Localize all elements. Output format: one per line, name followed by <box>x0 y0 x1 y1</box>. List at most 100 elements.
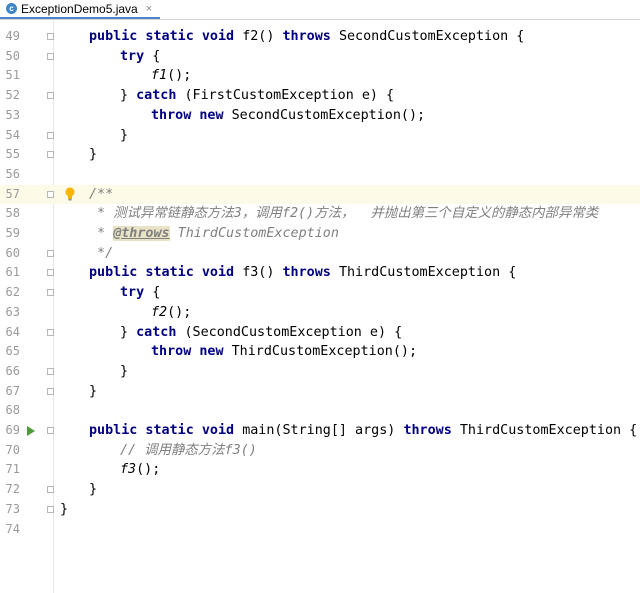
code-line[interactable]: 67} <box>0 382 640 402</box>
code-line[interactable]: 69 public static void main(String[] args)… <box>0 421 640 441</box>
comment-token: 方法， 并抛出第三个自定义的静态内部异常类 <box>314 206 599 222</box>
code-text: public static void main(String[] args) t… <box>89 421 637 441</box>
code-line[interactable]: 73} <box>0 500 640 520</box>
fold-marker-icon[interactable] <box>47 486 54 494</box>
code-token: f2() <box>242 29 283 44</box>
code-editor[interactable]: 49 public static void f2() throws SecondC… <box>0 20 640 593</box>
code-token: { <box>152 48 161 64</box>
fold-marker-icon[interactable] <box>47 249 54 257</box>
java-class-icon: c <box>6 3 17 14</box>
code-line[interactable]: 51 f1(); <box>0 66 640 86</box>
keyword-token: catch <box>136 88 185 104</box>
code-line[interactable]: 61 public static void f3() throws ThirdCu… <box>0 263 640 283</box>
code-text: } <box>120 126 128 146</box>
line-number: 63 <box>5 304 20 319</box>
code-line[interactable]: 58 * 测试异常链静态方法3，调用f2()方法， 并抛出第三个自定义的静态内部… <box>0 204 640 224</box>
code-line[interactable]: 53 throw new SecondCustomException(); <box>0 106 640 126</box>
fold-marker-icon[interactable] <box>47 427 54 434</box>
fold-marker-icon[interactable] <box>47 505 54 513</box>
comment-token: ThirdCustomException <box>169 226 339 241</box>
code-text: } <box>89 145 97 165</box>
fold-marker-icon[interactable] <box>47 289 54 297</box>
code-line[interactable]: 68 <box>0 401 640 421</box>
code-token: SecondCustomException { <box>338 29 525 44</box>
code-token: SecondCustomException(); <box>231 107 426 123</box>
line-number: 66 <box>5 363 20 378</box>
fold-marker-icon[interactable] <box>47 367 54 375</box>
comment-token: */ <box>89 245 114 261</box>
line-number: 58 <box>5 206 20 221</box>
code-token: main(String[] args) <box>242 423 404 438</box>
code-line[interactable]: 52} catch (FirstCustomException e) { <box>0 86 640 106</box>
lightbulb-icon[interactable] <box>65 187 75 201</box>
fold-marker-icon[interactable] <box>47 131 54 139</box>
code-line[interactable]: 62 try { <box>0 283 640 303</box>
line-number: 56 <box>5 166 20 181</box>
code-line[interactable]: 65 throw new ThirdCustomException(); <box>0 342 640 362</box>
comment-token: * <box>89 226 114 241</box>
code-text: /** <box>89 185 113 205</box>
code-token: (); <box>167 68 192 84</box>
code-text: } catch (FirstCustomException e) { <box>120 86 394 106</box>
code-token: (); <box>136 462 161 478</box>
code-token: } <box>120 324 137 340</box>
code-line[interactable]: 72} <box>0 480 640 500</box>
keyword-token: public static void <box>89 423 243 438</box>
code-text: f1(); <box>151 66 191 86</box>
code-text: * 测试异常链静态方法3，调用f2()方法， 并抛出第三个自定义的静态内部异常类 <box>89 204 598 224</box>
javadoc-tag-token: @throws <box>113 226 170 241</box>
code-text: } <box>89 382 97 402</box>
line-number: 62 <box>5 285 20 300</box>
code-line[interactable]: 55} <box>0 145 640 165</box>
code-line[interactable]: 59 * @throws ThirdCustomException <box>0 224 640 244</box>
code-line[interactable]: 74 <box>0 520 640 540</box>
code-line[interactable]: 56 <box>0 165 640 185</box>
line-number: 69 <box>5 423 20 437</box>
code-line[interactable]: 49 public static void f2() throws SecondC… <box>0 27 640 47</box>
line-number: 73 <box>5 501 20 516</box>
fold-marker-icon[interactable] <box>47 33 54 40</box>
line-number: 74 <box>5 521 20 536</box>
code-token: f2 <box>151 304 168 320</box>
line-number: 67 <box>5 383 20 398</box>
close-icon[interactable]: × <box>146 3 152 15</box>
code-token: } <box>89 383 98 399</box>
code-text: * @throws ThirdCustomException <box>89 224 339 244</box>
code-line[interactable]: 57 /** <box>0 184 640 205</box>
code-token: f1 <box>151 68 168 84</box>
fold-marker-icon[interactable] <box>47 328 54 336</box>
tab-title: ExceptionDemo5.java <box>21 1 138 16</box>
tab-exceptiondemo5[interactable]: c ExceptionDemo5.java × <box>0 0 161 19</box>
comment-token: f2() <box>281 206 315 222</box>
line-number: 53 <box>5 107 20 122</box>
code-line[interactable]: 60 */ <box>0 244 640 264</box>
code-line[interactable]: 63 f2(); <box>0 303 640 323</box>
line-number: 68 <box>5 403 20 418</box>
fold-marker-icon[interactable] <box>47 269 54 277</box>
code-token: (FirstCustomException e) { <box>184 88 395 104</box>
line-number: 60 <box>5 245 20 260</box>
code-text: } catch (SecondCustomException e) { <box>120 323 402 343</box>
code-line[interactable]: 50 try { <box>0 47 640 67</box>
line-number: 70 <box>5 442 20 457</box>
run-icon[interactable] <box>27 426 35 436</box>
fold-marker-icon[interactable] <box>47 92 54 100</box>
code-line[interactable]: 70 // 调用静态方法f3() <box>0 441 640 461</box>
fold-marker-icon[interactable] <box>47 190 54 198</box>
code-token: f3() <box>242 265 283 281</box>
keyword-token: public static void <box>89 265 243 281</box>
keyword-token: throw new <box>151 107 232 123</box>
fold-marker-icon[interactable] <box>47 52 54 60</box>
code-text: } <box>60 500 68 520</box>
code-token: { <box>152 285 161 301</box>
comment-token: * 测试异常链静态方法3，调用 <box>89 206 282 222</box>
code-line[interactable]: 64} catch (SecondCustomException e) { <box>0 323 640 343</box>
fold-marker-icon[interactable] <box>47 151 54 159</box>
code-line[interactable]: 66} <box>0 362 640 382</box>
code-token: } <box>120 127 129 143</box>
fold-marker-icon[interactable] <box>47 387 54 395</box>
line-number: 55 <box>5 147 20 162</box>
code-line[interactable]: 71 f3(); <box>0 460 640 480</box>
code-token: (SecondCustomException e) { <box>184 324 403 340</box>
code-line[interactable]: 54} <box>0 126 640 146</box>
